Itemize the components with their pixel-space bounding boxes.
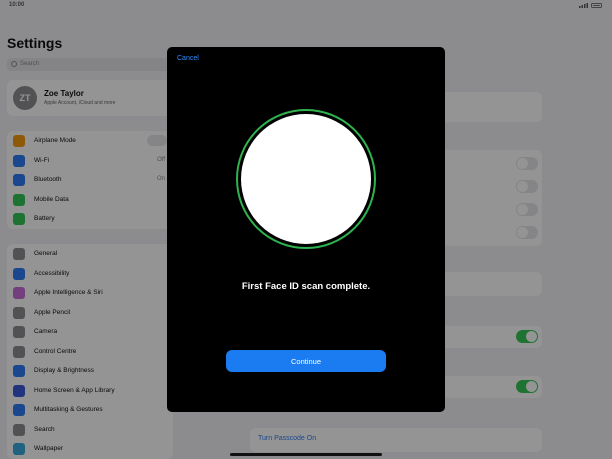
battery-icon — [591, 3, 602, 8]
scan-status-text: First Face ID scan complete. — [167, 281, 445, 292]
face-id-setup-modal: Cancel First Face ID scan complete. Cont… — [167, 47, 445, 412]
signal-icon — [579, 3, 588, 8]
status-bar: 10:00 — [0, 0, 612, 12]
face-scan-ring — [236, 109, 376, 249]
home-indicator[interactable] — [230, 453, 382, 456]
face-scan-viewport — [241, 114, 371, 244]
continue-button[interactable]: Continue — [226, 350, 386, 372]
status-time: 10:00 — [9, 2, 24, 8]
cancel-button[interactable]: Cancel — [177, 55, 199, 62]
